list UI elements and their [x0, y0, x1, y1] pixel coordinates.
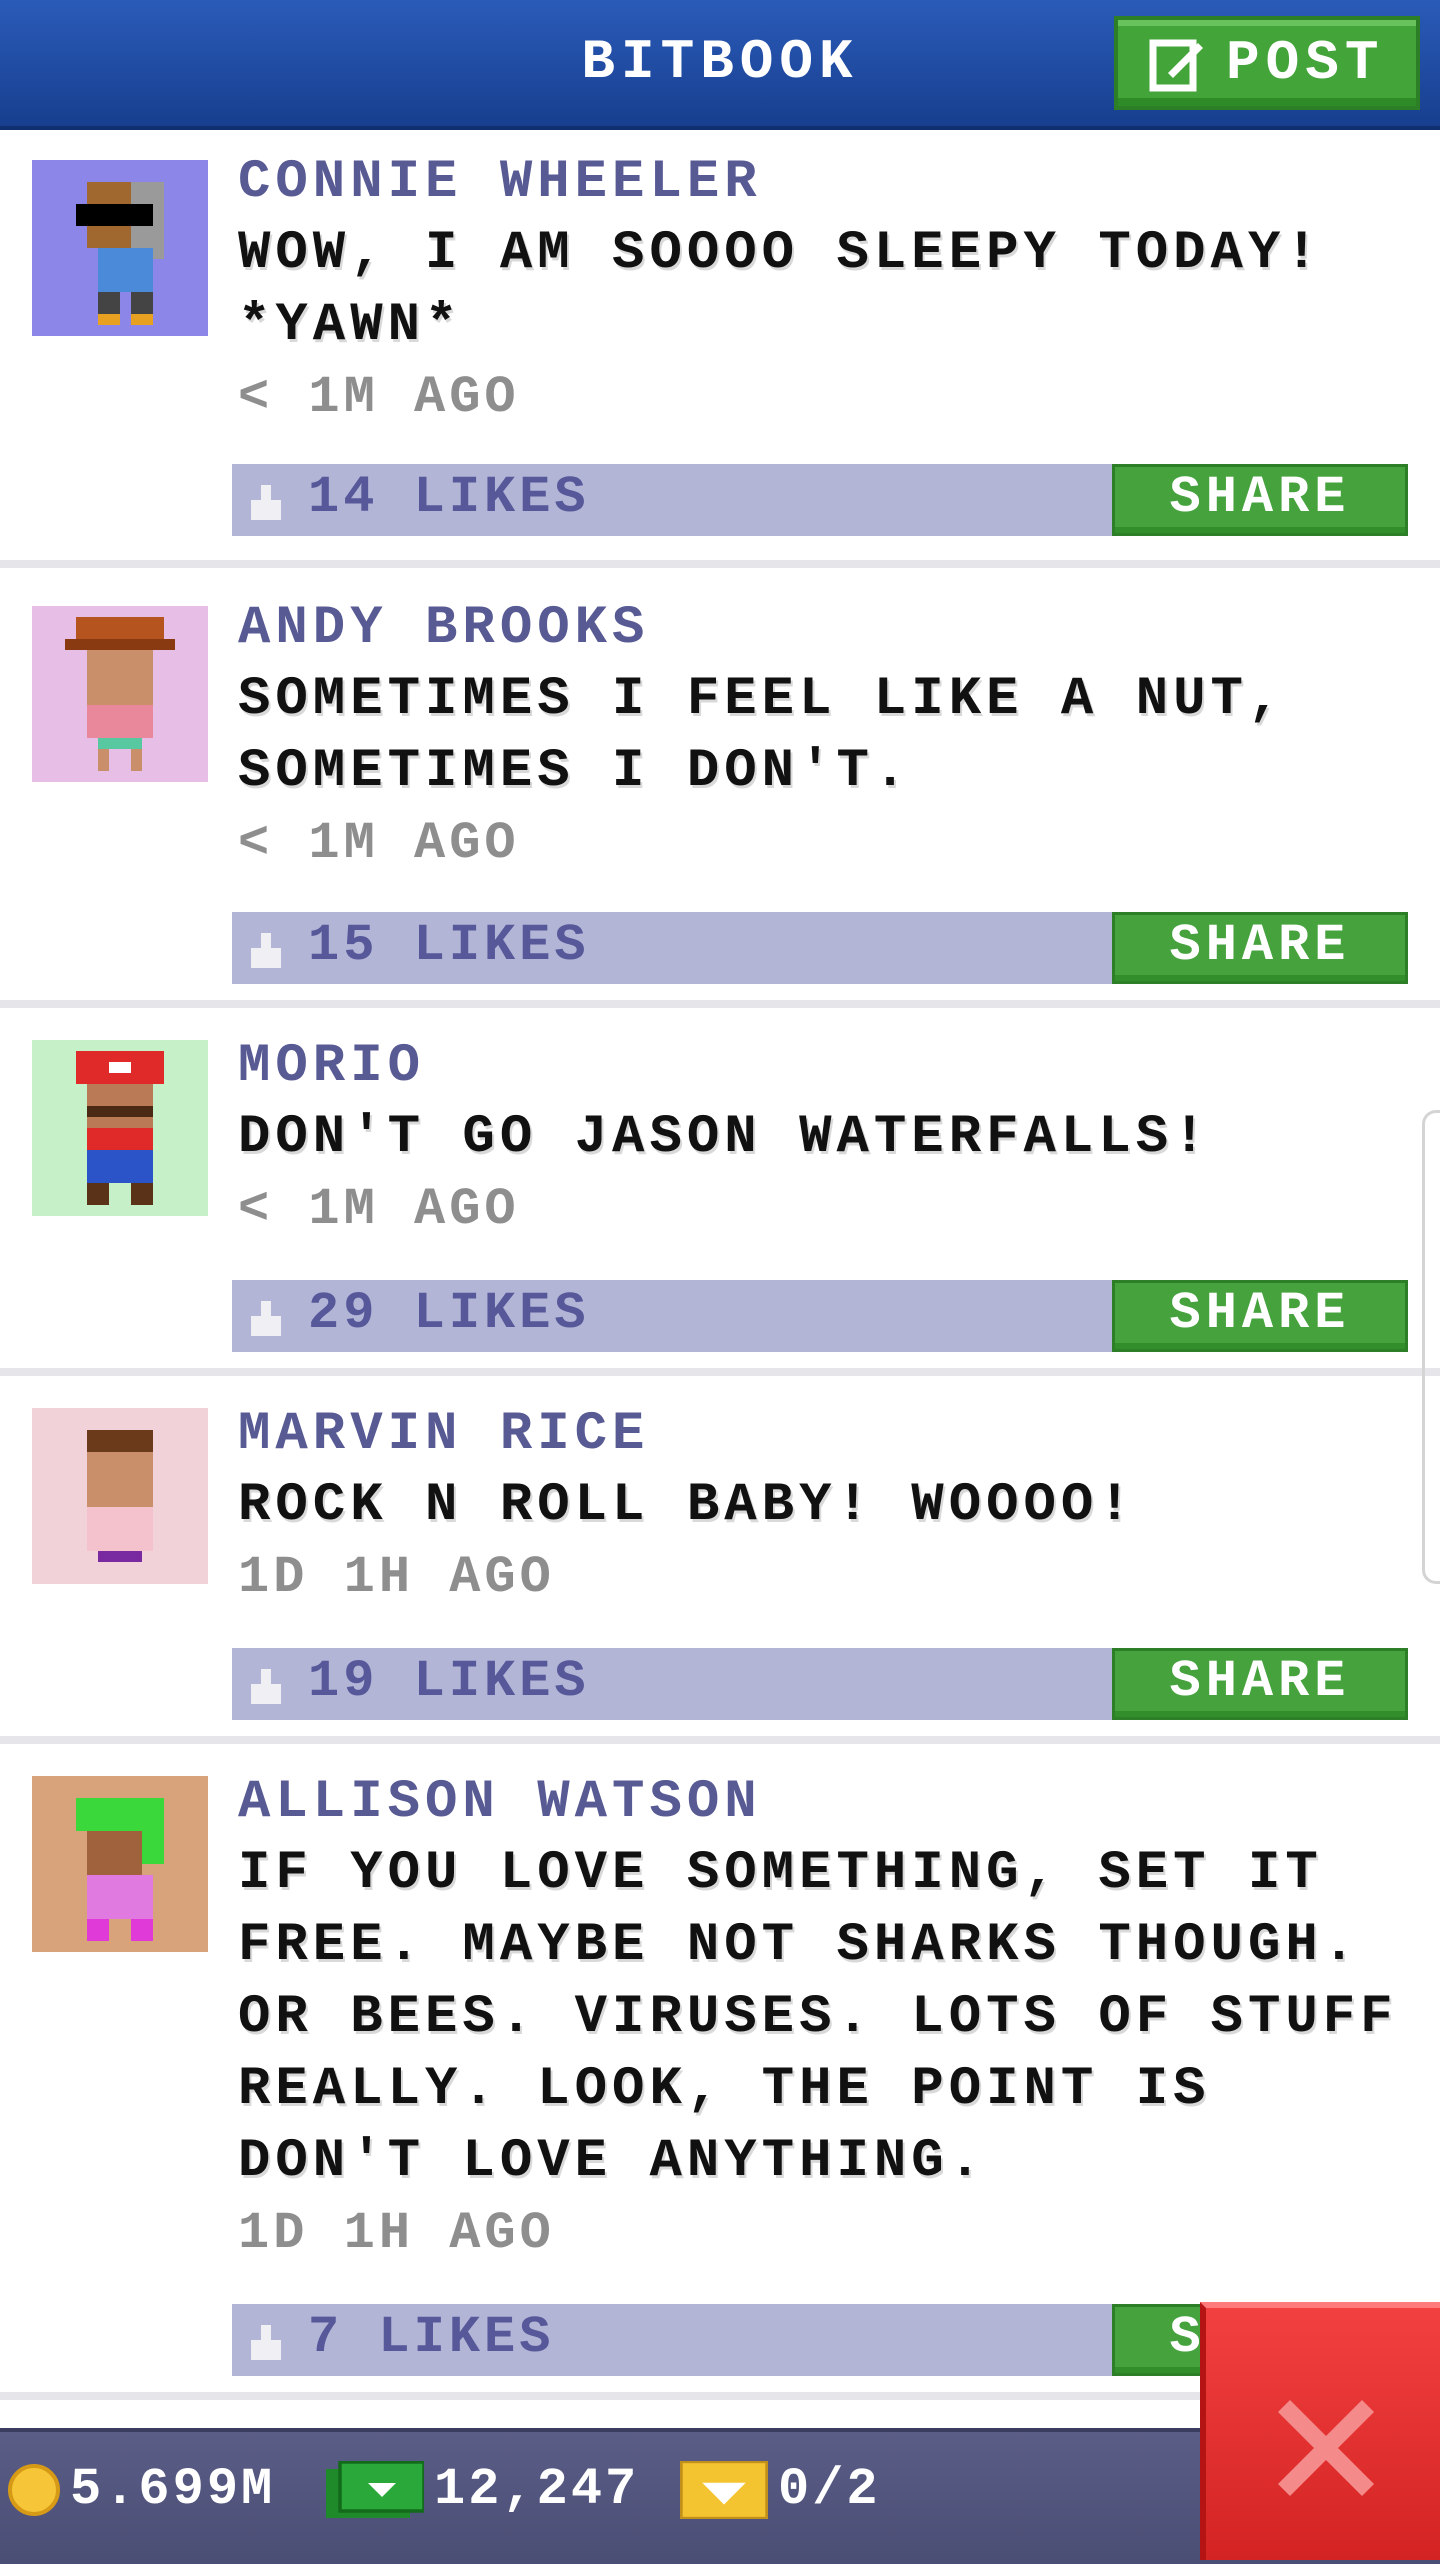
like-count: 19 LIKES [308, 1652, 590, 1711]
share-button[interactable]: SHARE [1112, 1648, 1408, 1720]
post-text: DON'T GO JASON WATERFALLS! [238, 1107, 1211, 1168]
avatar-sprite-icon [76, 182, 164, 325]
post-text: ROCK N ROLL BABY! WOOOO! [238, 1475, 1136, 1536]
post-author[interactable]: ANDY BROOKS [238, 594, 1410, 664]
close-icon [1278, 2400, 1374, 2496]
post-time: < 1M AGO [238, 814, 520, 873]
post-author[interactable]: MARVIN RICE [238, 1400, 1410, 1470]
thumbs-up-icon[interactable] [246, 480, 286, 520]
post-text: SOMETIMES I FEEL LIKE A NUT, SOMETIMES I… [238, 669, 1286, 802]
post-author[interactable]: MORIO [238, 1032, 1410, 1102]
like-count: 7 LIKES [308, 2308, 555, 2367]
feed-post: CONNIE WHEELER WOW, I AM SOOOO SLEEPY TO… [0, 130, 1440, 568]
app-header: BITBOOK POST [0, 0, 1440, 130]
like-count: 14 LIKES [308, 468, 590, 527]
thumbs-up-icon[interactable] [246, 2320, 286, 2360]
feed-post: MARVIN RICE ROCK N ROLL BABY! WOOOO! 1D … [0, 1376, 1440, 1744]
ticket-count: 0/2 [778, 2460, 881, 2519]
feed-post: ANDY BROOKS SOMETIMES I FEEL LIKE A NUT,… [0, 568, 1440, 1008]
post-button[interactable]: POST [1114, 16, 1420, 110]
share-button[interactable]: SHARE [1112, 1280, 1408, 1352]
post-time: < 1M AGO [238, 368, 520, 427]
avatar[interactable] [32, 160, 208, 336]
scrollbar[interactable] [1422, 1110, 1440, 1584]
like-bar: 19 LIKES SHARE [232, 1648, 1408, 1720]
feed-post: MORIO DON'T GO JASON WATERFALLS! < 1M AG… [0, 1008, 1440, 1376]
like-count: 29 LIKES [308, 1284, 590, 1343]
thumbs-up-icon[interactable] [246, 1296, 286, 1336]
post-time: 1D 1H AGO [238, 2204, 555, 2263]
thumbs-up-icon[interactable] [246, 928, 286, 968]
post-author[interactable]: ALLISON WATSON [238, 1768, 1410, 1838]
bux-icon [326, 2460, 424, 2518]
post-text: WOW, I AM SOOOO SLEEPY TODAY! *YAWN* [238, 223, 1323, 356]
close-button[interactable] [1200, 2302, 1440, 2560]
ticket-icon [680, 2460, 768, 2519]
feed-list: CONNIE WHEELER WOW, I AM SOOOO SLEEPY TO… [0, 130, 1440, 2400]
avatar[interactable] [32, 1776, 208, 1952]
avatar-sprite-icon [76, 1051, 164, 1205]
like-bar: 14 LIKES SHARE [232, 464, 1408, 536]
avatar-sprite-icon [76, 1798, 164, 1941]
avatar[interactable] [32, 1040, 208, 1216]
share-button[interactable]: SHARE [1112, 464, 1408, 536]
post-time: 1D 1H AGO [238, 1548, 555, 1607]
like-bar: 29 LIKES SHARE [232, 1280, 1408, 1352]
coin-icon [8, 2463, 60, 2516]
post-text: IF YOU LOVE SOMETHING, SET IT FREE. MAYB… [238, 1843, 1398, 2192]
share-button[interactable]: SHARE [1112, 912, 1408, 984]
bux-count: 12,247 [434, 2460, 640, 2519]
post-author[interactable]: CONNIE WHEELER [238, 148, 1410, 218]
thumbs-up-icon[interactable] [246, 1664, 286, 1704]
avatar[interactable] [32, 1408, 208, 1584]
coin-count: 5.699M [70, 2460, 276, 2519]
like-count: 15 LIKES [308, 916, 590, 975]
avatar-sprite-icon [65, 617, 175, 771]
avatar-sprite-icon [87, 1430, 153, 1562]
post-time: < 1M AGO [238, 1180, 520, 1239]
avatar[interactable] [32, 606, 208, 782]
compose-icon [1149, 39, 1203, 92]
like-bar: 15 LIKES SHARE [232, 912, 1408, 984]
post-button-label: POST [1226, 31, 1385, 95]
